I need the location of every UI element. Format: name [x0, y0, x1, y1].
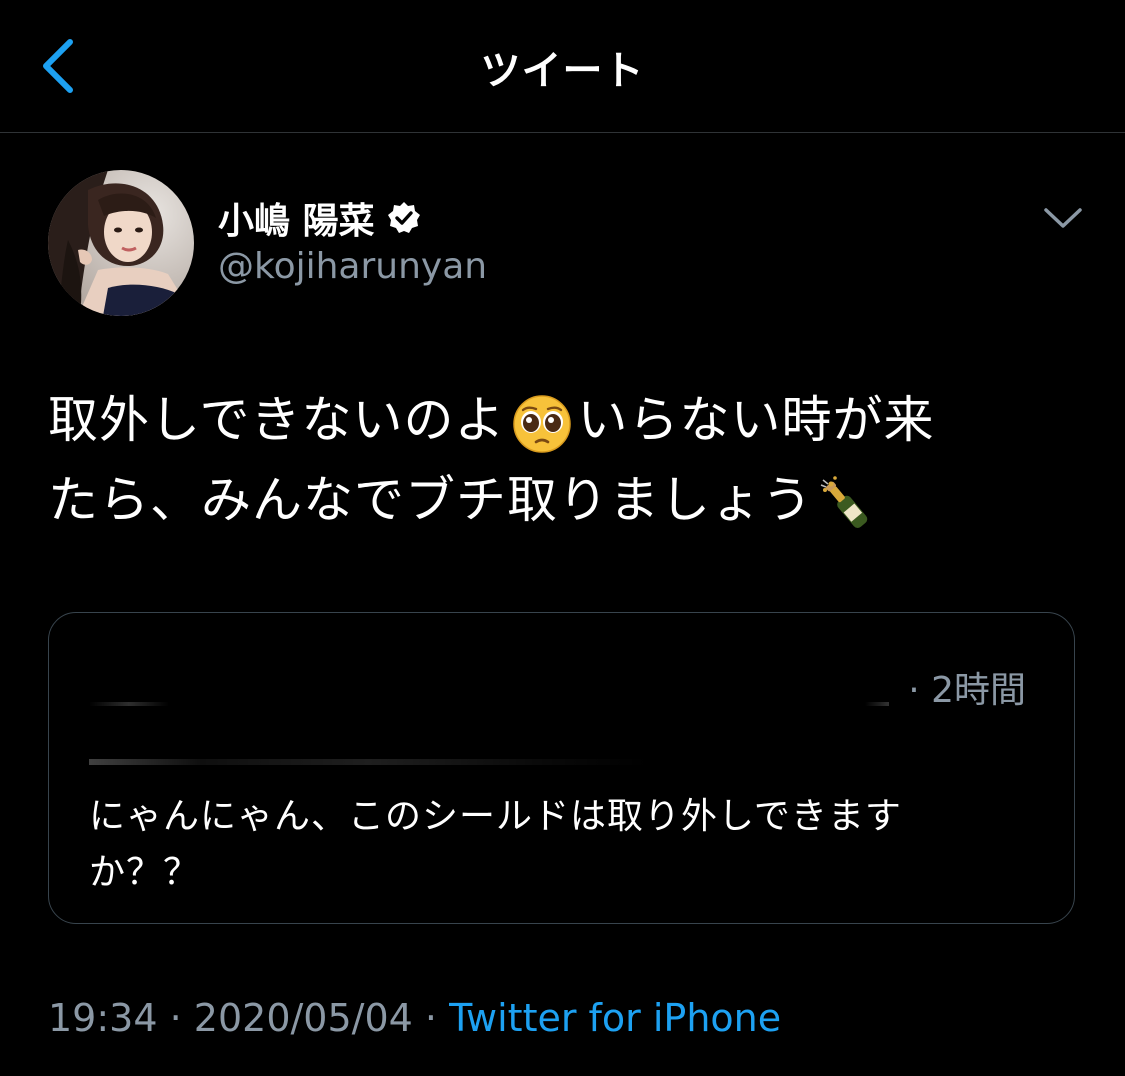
tweet-time: 19:34	[48, 996, 158, 1040]
avatar-image	[48, 170, 194, 316]
champagne-bottle-emoji	[820, 475, 868, 528]
tweet-source-link[interactable]: Twitter for iPhone	[449, 996, 781, 1040]
tweet-meta: 19:34 · 2020/05/04 · Twitter for iPhone	[48, 996, 781, 1040]
tweet-text-segment: たら、みんなでブチ取りましょう	[48, 471, 813, 529]
tweet-text-segment: 取外しできないのよ	[48, 391, 506, 449]
page-title: ツイート	[480, 48, 645, 94]
tweet-line-1: 取外しできないのよ いらない時が来	[48, 380, 1088, 460]
avatar[interactable]	[48, 170, 194, 316]
verified-badge-icon	[387, 202, 420, 233]
redacted-author	[89, 669, 889, 709]
meta-separator: ·	[169, 996, 182, 1040]
tweet-line-2: たら、みんなでブチ取りましょう	[48, 460, 1088, 540]
tweet-body: 取外しできないのよ いらない時が来 たら、みんなでブチ取りましょう	[48, 380, 1088, 540]
author-handle[interactable]: @kojiharunyan	[218, 246, 487, 287]
quote-line-1: にゃんにゃん、このシールドは取り外しできます	[89, 796, 902, 837]
more-options-button[interactable]	[1040, 200, 1086, 236]
quote-line-2: か？？	[89, 852, 201, 893]
redacted-reply-to	[89, 733, 649, 767]
tweet-date: 2020/05/04	[193, 996, 413, 1040]
pleading-face-emoji	[512, 394, 571, 453]
author-name-row[interactable]: 小嶋 陽菜	[218, 194, 421, 242]
quote-time: · 2時間	[908, 670, 1026, 711]
chevron-down-icon	[1044, 208, 1082, 228]
meta-separator: ·	[424, 996, 438, 1040]
tweet-text-segment: いらない時が来	[577, 391, 935, 449]
display-name: 小嶋 陽菜	[218, 201, 375, 242]
navigation-header: ツイート	[0, 0, 1125, 133]
quoted-tweet-card[interactable]: · 2時間 にゃんにゃん、このシールドは取り外しできます か？？	[48, 612, 1075, 924]
quote-body: にゃんにゃん、このシールドは取り外しできます か？？	[89, 789, 989, 901]
